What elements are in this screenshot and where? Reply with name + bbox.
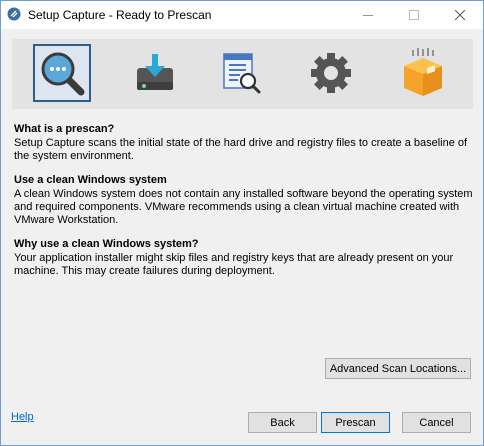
prescan-button[interactable]: Prescan bbox=[321, 412, 390, 433]
step-prescan[interactable] bbox=[33, 44, 91, 102]
setup-capture-window: Setup Capture - Ready to Prescan What is… bbox=[0, 0, 484, 446]
section-body: Setup Capture scans the initial state of… bbox=[14, 137, 468, 162]
section-heading: Use a clean Windows system bbox=[14, 174, 167, 186]
info-section: Why use a clean Windows system? Your app… bbox=[14, 238, 474, 278]
step-build[interactable] bbox=[394, 44, 452, 102]
section-body: A clean Windows system does not contain … bbox=[14, 188, 473, 226]
section-body: Your application installer might skip fi… bbox=[14, 252, 454, 277]
step-install[interactable] bbox=[126, 44, 184, 102]
info-section: Use a clean Windows system A clean Windo… bbox=[14, 174, 474, 227]
maximize-button[interactable] bbox=[391, 1, 437, 29]
info-section: What is a prescan? Setup Capture scans t… bbox=[14, 123, 474, 163]
prescan-magnifier-icon bbox=[41, 52, 85, 96]
help-link[interactable]: Help bbox=[11, 411, 34, 423]
close-icon bbox=[455, 10, 465, 20]
minimize-button[interactable] bbox=[345, 1, 391, 29]
back-button[interactable]: Back bbox=[248, 412, 317, 433]
section-heading: Why use a clean Windows system? bbox=[14, 238, 199, 250]
cancel-button[interactable]: Cancel bbox=[402, 412, 471, 433]
wizard-step-bar bbox=[12, 39, 473, 109]
window-title: Setup Capture - Ready to Prescan bbox=[28, 8, 212, 22]
document-search-icon bbox=[223, 53, 261, 94]
step-configure[interactable] bbox=[302, 44, 360, 102]
package-box-icon bbox=[404, 48, 442, 96]
title-bar[interactable]: Setup Capture - Ready to Prescan bbox=[1, 1, 483, 29]
advanced-scan-locations-button[interactable]: Advanced Scan Locations... bbox=[325, 358, 471, 379]
prescan-info: What is a prescan? Setup Capture scans t… bbox=[14, 123, 474, 289]
gear-icon bbox=[311, 53, 351, 93]
step-analyze[interactable] bbox=[212, 44, 270, 102]
app-icon bbox=[7, 7, 21, 21]
install-drive-icon bbox=[137, 54, 173, 90]
close-button[interactable] bbox=[437, 1, 483, 29]
maximize-icon bbox=[409, 10, 419, 20]
minimize-icon bbox=[363, 15, 373, 16]
section-heading: What is a prescan? bbox=[14, 123, 115, 135]
